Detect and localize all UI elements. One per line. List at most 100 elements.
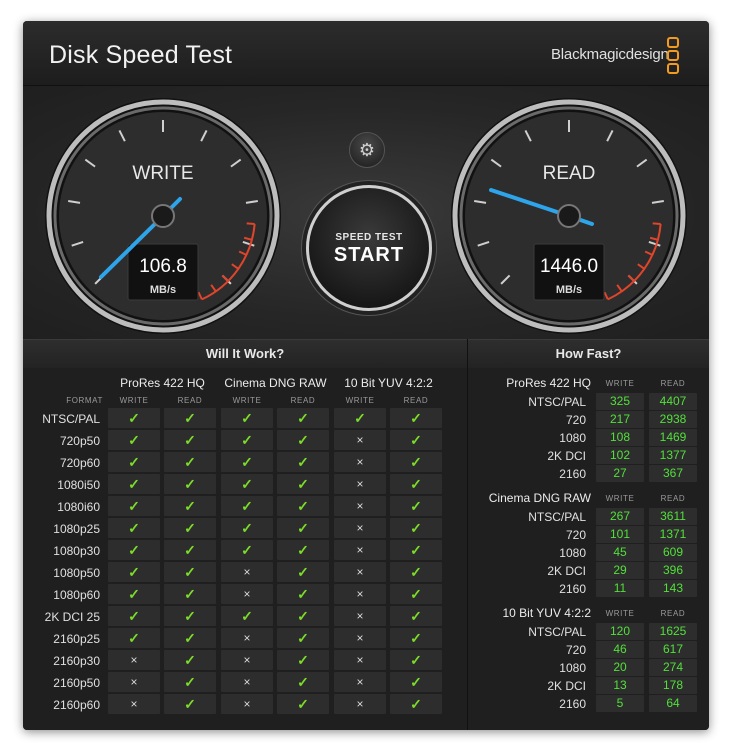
check-icon: ✓ — [390, 540, 442, 560]
start-button-label: START — [333, 244, 405, 266]
check-icon: ✓ — [221, 430, 273, 450]
format-label: 2160p60 — [53, 698, 100, 712]
read-fps-value: 617 — [649, 641, 697, 658]
check-icon: ✓ — [277, 540, 329, 560]
check-icon: ✓ — [277, 518, 329, 538]
read-gauge: READ 1446.0 MB/s — [451, 98, 687, 334]
check-icon: ✓ — [277, 430, 329, 450]
column-label: READ — [403, 396, 429, 405]
write-column-label: WRITE — [605, 609, 635, 618]
check-icon: ✓ — [390, 650, 442, 670]
disk-speed-test-window: × Disk Speed Test Blackmagicdesign WRITE… — [23, 21, 709, 730]
format-label: 1080p30 — [53, 544, 100, 558]
group-header: ProRes 422 HQ — [120, 376, 205, 390]
how-fast-format-label: 1080 — [559, 431, 586, 445]
check-icon: ✓ — [277, 408, 329, 428]
check-icon: ✓ — [164, 496, 216, 516]
check-icon: ✓ — [108, 606, 160, 626]
format-label: 720p50 — [59, 434, 100, 448]
check-icon: ✓ — [221, 518, 273, 538]
format-label: 2160p30 — [53, 654, 100, 668]
cross-icon: × — [334, 672, 386, 692]
write-fps-value: 45 — [596, 544, 644, 561]
how-fast-header: How Fast? — [468, 339, 709, 369]
check-icon: ✓ — [164, 562, 216, 582]
check-icon: ✓ — [221, 408, 273, 428]
how-fast-group-name: ProRes 422 HQ — [506, 376, 591, 390]
check-icon: ✓ — [221, 474, 273, 494]
write-fps-value: 11 — [596, 580, 644, 597]
check-icon: ✓ — [108, 496, 160, 516]
read-fps-value: 274 — [649, 659, 697, 676]
read-fps-value: 1371 — [649, 526, 697, 543]
read-fps-value: 3611 — [649, 508, 697, 525]
settings-gear-icon[interactable]: ⚙ — [349, 132, 385, 168]
read-fps-value: 2938 — [649, 411, 697, 428]
read-fps-value: 609 — [649, 544, 697, 561]
column-label: WRITE — [345, 396, 375, 405]
cross-icon: × — [334, 562, 386, 582]
check-icon: ✓ — [277, 452, 329, 472]
read-column-label: READ — [660, 494, 686, 503]
gauge-redline-tick — [246, 222, 255, 226]
cross-icon: × — [334, 496, 386, 516]
format-label: 1080p50 — [53, 566, 100, 580]
check-icon: ✓ — [108, 518, 160, 538]
how-fast-format-label: 720 — [565, 528, 586, 542]
check-icon: ✓ — [390, 584, 442, 604]
start-button[interactable]: SPEED TEST START — [306, 185, 432, 311]
read-fps-value: 1469 — [649, 429, 697, 446]
read-fps-value: 143 — [649, 580, 697, 597]
how-fast-format-label: 720 — [565, 643, 586, 657]
check-icon: ✓ — [164, 672, 216, 692]
check-icon: ✓ — [164, 650, 216, 670]
read-speed-unit: MB/s — [556, 284, 582, 296]
cross-icon: × — [334, 430, 386, 450]
check-icon: ✓ — [108, 562, 160, 582]
cross-icon: × — [334, 540, 386, 560]
write-speed-unit: MB/s — [150, 284, 176, 296]
cross-icon: × — [334, 584, 386, 604]
how-fast-format-label: 2160 — [559, 582, 586, 596]
column-label: WRITE — [232, 396, 262, 405]
read-fps-value: 367 — [649, 465, 697, 482]
check-icon: ✓ — [390, 518, 442, 538]
blackmagic-logo-icon — [667, 37, 679, 76]
read-gauge-hub — [557, 204, 581, 228]
check-icon: ✓ — [390, 672, 442, 692]
start-button-caption: SPEED TEST — [335, 232, 403, 243]
format-label: 1080i60 — [57, 500, 100, 514]
cross-icon: × — [221, 584, 273, 604]
column-label: READ — [290, 396, 316, 405]
cross-icon: × — [221, 650, 273, 670]
check-icon: ✓ — [164, 584, 216, 604]
cross-icon: × — [221, 694, 273, 714]
format-label: 1080p25 — [53, 522, 100, 536]
write-gauge-label: WRITE — [132, 163, 193, 184]
write-fps-value: 267 — [596, 508, 644, 525]
check-icon: ✓ — [108, 628, 160, 648]
how-fast-format-label: 2K DCI — [547, 564, 586, 578]
read-column-label: READ — [660, 609, 686, 618]
check-icon: ✓ — [390, 408, 442, 428]
cross-icon: × — [108, 650, 160, 670]
check-icon: ✓ — [108, 584, 160, 604]
check-icon: ✓ — [108, 430, 160, 450]
check-icon: ✓ — [108, 408, 160, 428]
title-bar: Disk Speed Test Blackmagicdesign — [23, 21, 709, 86]
write-gauge-hub — [151, 204, 175, 228]
how-fast-format-label: 2160 — [559, 697, 586, 711]
write-speed-value: 106.8 — [139, 256, 187, 277]
group-header: Cinema DNG RAW — [224, 376, 327, 390]
how-fast-format-label: NTSC/PAL — [528, 510, 586, 524]
how-fast-format-label: 2160 — [559, 467, 586, 481]
check-icon: ✓ — [390, 694, 442, 714]
check-icon: ✓ — [390, 628, 442, 648]
check-icon: ✓ — [390, 496, 442, 516]
check-icon: ✓ — [277, 650, 329, 670]
how-fast-format-label: 1080 — [559, 546, 586, 560]
cross-icon: × — [334, 650, 386, 670]
check-icon: ✓ — [390, 606, 442, 626]
check-icon: ✓ — [221, 452, 273, 472]
how-fast-group-name: 10 Bit YUV 4:2:2 — [502, 606, 592, 620]
